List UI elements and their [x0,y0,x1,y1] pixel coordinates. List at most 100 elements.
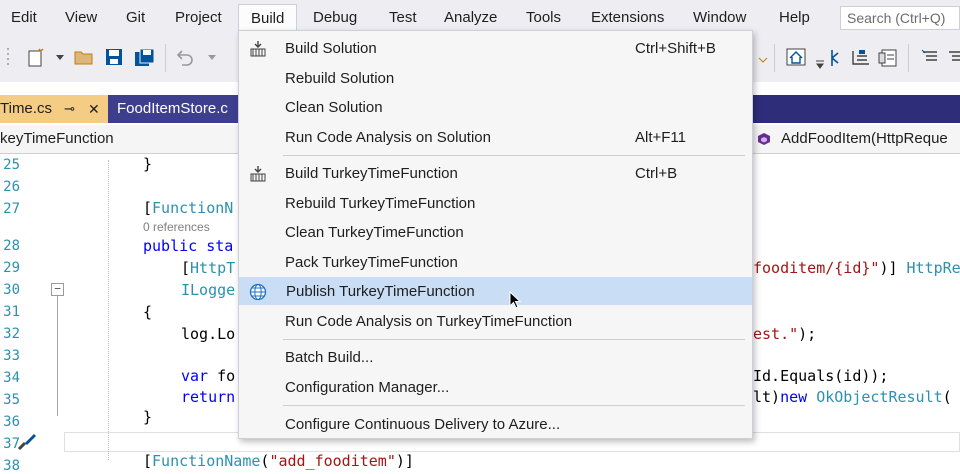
menu-item-label: Pack TurkeyTimeFunction [285,254,458,271]
code-token: HttpT [190,259,236,277]
pin-icon[interactable]: ⊸ [64,95,75,123]
menu-edit[interactable]: Edit [11,0,37,36]
menu-item-run-code-analysis-project[interactable]: Run Code Analysis on TurkeyTimeFunction [239,308,752,336]
menu-separator [283,155,745,156]
step-icon[interactable] [829,48,845,68]
menu-git[interactable]: Git [126,0,145,36]
code-line-38[interactable]: [FunctionName("add_fooditem")] [143,452,414,470]
code-line-32[interactable]: log.Lo [181,325,235,343]
build-icon [250,166,266,182]
publish-globe-icon [249,283,267,301]
line-number: 34 [3,370,20,386]
line-number: 38 [3,458,20,474]
line-number: 30 [3,282,20,298]
menu-help[interactable]: Help [779,0,810,36]
code-line-25[interactable]: } [143,155,152,173]
build-menu-dropdown: Build Solution Ctrl+Shift+B Rebuild Solu… [238,30,753,439]
menu-item-label: Run Code Analysis on TurkeyTimeFunction [285,313,573,330]
menu-item-publish-project[interactable]: Publish TurkeyTimeFunction [239,277,752,309]
code-token: est." [753,325,799,343]
properties-icon[interactable] [878,48,898,68]
line-number: 31 [3,304,20,320]
code-token: ); [798,325,817,343]
menu-item-label: Configuration Manager... [285,379,450,396]
chevron-down-icon[interactable] [55,54,65,62]
code-line-28[interactable]: public sta [143,237,233,255]
home-icon[interactable] [786,48,806,66]
code-line-29[interactable]: [HttpT [181,259,235,277]
code-token: ( [942,388,952,406]
grip-icon [7,48,9,65]
menu-item-label: Configure Continuous Delivery to Azure..… [285,416,561,433]
nav-project-dropdown[interactable]: keyTimeFunction [0,125,114,153]
new-project-icon[interactable] [26,48,46,68]
menu-item-label: Clean Solution [285,99,383,116]
menu-item-clean-solution[interactable]: Clean Solution [239,94,752,122]
code-line-35[interactable]: return [181,388,235,406]
line-number: 35 [3,392,20,408]
quick-actions-brush-icon[interactable] [16,430,38,452]
undo-icon[interactable] [176,48,196,66]
code-token: )] [395,452,414,470]
close-tab-icon[interactable]: ✕ [88,95,100,123]
code-line-34-tail[interactable]: Id.Equals(id)); [753,367,888,385]
toolbar-separator [908,44,909,72]
line-number: 33 [3,348,20,364]
menu-item-build-project[interactable]: Build TurkeyTimeFunction Ctrl+B [239,160,752,188]
save-icon[interactable] [105,48,123,66]
code-line-32-tail[interactable]: est."); [753,325,816,343]
menu-item-configuration-manager[interactable]: Configuration Manager... [239,374,752,402]
menu-item-rebuild-project[interactable]: Rebuild TurkeyTimeFunction [239,190,752,218]
line-number: 28 [3,238,20,254]
code-token: OkObjectResult [807,388,943,406]
code-line-36[interactable]: } [143,408,152,426]
code-line-30[interactable]: ILogge [181,281,235,299]
line-number: 25 [3,157,20,173]
menu-item-clean-project[interactable]: Clean TurkeyTimeFunction [239,219,752,247]
menu-item-label: Build Solution [285,40,377,57]
menu-item-run-code-analysis-solution[interactable]: Run Code Analysis on Solution Alt+F11 [239,124,752,152]
uncomment-lines-icon[interactable] [947,48,960,66]
nav-member-dropdown[interactable]: AddFoodItem(HttpReque [781,125,948,153]
code-line-35-tail[interactable]: lt)new OkObjectResult( [753,388,952,406]
menu-item-build-solution[interactable]: Build Solution Ctrl+Shift+B [239,35,752,63]
save-all-icon[interactable] [134,48,156,68]
line-number: 26 [3,179,20,195]
comment-lines-icon[interactable] [921,48,939,66]
menu-item-rebuild-solution[interactable]: Rebuild Solution [239,65,752,93]
toolbar-separator [774,44,775,72]
code-line-31[interactable]: { [143,303,152,321]
menu-item-label: Build TurkeyTimeFunction [285,165,458,182]
toolbar-partial-icon[interactable] [758,48,768,66]
search-input[interactable]: Search (Ctrl+Q) [840,6,960,30]
menu-item-batch-build[interactable]: Batch Build... [239,344,752,372]
menu-view[interactable]: View [65,0,97,36]
menu-separator [283,405,745,406]
collapse-toggle[interactable]: − [51,283,64,296]
menu-item-configure-continuous-delivery[interactable]: Configure Continuous Delivery to Azure..… [239,411,752,439]
indent-guide [108,160,109,460]
line-number: 29 [3,260,20,276]
tab-inactive-label[interactable]: FoodItemStore.c [117,95,228,123]
menu-item-shortcut: Alt+F11 [635,129,686,146]
code-token: fooditem/{id}" [753,259,880,277]
menu-project[interactable]: Project [175,0,222,36]
line-number: 32 [3,326,20,342]
code-line-29-tail[interactable]: fooditem/{id}")] HttpReq [753,259,960,277]
menu-item-pack-project[interactable]: Pack TurkeyTimeFunction [239,249,752,277]
code-token: [ [143,452,153,470]
code-line-34[interactable]: var fo [181,367,235,385]
chevron-down-icon[interactable] [815,60,825,70]
menu-item-label: Run Code Analysis on Solution [285,129,491,146]
solution-explorer-icon[interactable] [851,48,871,68]
code-token: [ [181,259,191,277]
tab-active-label[interactable]: Time.cs [0,95,52,123]
menu-separator [283,339,745,340]
code-lens-references[interactable]: 0 references [143,220,210,234]
menu-item-label: Rebuild TurkeyTimeFunction [285,195,476,212]
menu-item-shortcut: Ctrl+Shift+B [635,40,716,57]
code-line-27[interactable]: [FunctionN [143,199,233,217]
open-folder-icon[interactable] [74,48,94,66]
chevron-down-icon[interactable] [207,54,217,62]
code-token: FunctionName [152,452,261,470]
